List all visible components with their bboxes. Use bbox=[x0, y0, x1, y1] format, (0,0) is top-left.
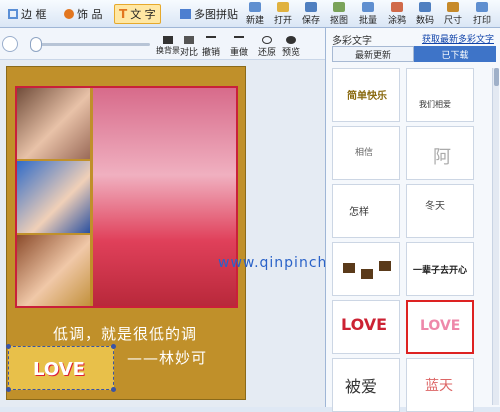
chocolate-icon bbox=[361, 269, 373, 279]
frame-icon bbox=[8, 9, 18, 19]
cutout-icon bbox=[333, 2, 345, 12]
undo-button[interactable]: 撤销 bbox=[202, 36, 220, 58]
background-icon bbox=[163, 36, 173, 44]
get-latest-link[interactable]: 获取最新多彩文字 bbox=[422, 32, 494, 45]
print-icon bbox=[476, 2, 488, 12]
panel-title: 多彩文字 bbox=[332, 36, 372, 47]
thumbnail[interactable]: 蓝天 bbox=[406, 358, 474, 412]
tab-text[interactable]: T 文 字 bbox=[114, 4, 161, 24]
preview-button[interactable]: 预览 bbox=[282, 36, 300, 58]
tab-downloaded[interactable]: 已下载 bbox=[414, 46, 496, 62]
tab-collage[interactable]: 多图拼贴 bbox=[176, 4, 242, 24]
thumbnail-selected[interactable]: LOVE bbox=[406, 300, 474, 354]
redo-button[interactable]: 重做 bbox=[230, 36, 248, 58]
zoom-out-icon[interactable] bbox=[2, 36, 18, 52]
compare-icon bbox=[184, 36, 194, 44]
caption-line-2[interactable]: ——林妙可 bbox=[127, 347, 207, 368]
chocolate-icon bbox=[343, 263, 355, 273]
undo-icon bbox=[206, 36, 216, 44]
redo-icon bbox=[234, 36, 244, 44]
restore-button[interactable]: 还原 bbox=[258, 36, 276, 58]
cutout-button[interactable]: 抠图 bbox=[327, 2, 351, 26]
save-icon bbox=[305, 2, 317, 12]
love-sticker-selection[interactable]: LOVE bbox=[6, 344, 116, 392]
thumbnail[interactable]: 简单快乐 bbox=[332, 68, 400, 122]
edit-toolbar: 换背景 对比 撤销 重做 还原 预览 bbox=[0, 28, 325, 60]
print-button[interactable]: 打印 bbox=[470, 2, 494, 26]
editing-canvas[interactable]: 低调，就是很低的调 ——林妙可 LOVE www.qinpinchang.com bbox=[0, 60, 394, 407]
thumbnail[interactable]: 我们相爱 bbox=[406, 68, 474, 122]
main-toolbar: 边 框 饰 品 T 文 字 多图拼贴 新建 打开 保存 抠图 批量 涂鸦 数码 … bbox=[0, 0, 500, 28]
scrollbar[interactable] bbox=[492, 68, 499, 405]
tab-border[interactable]: 边 框 bbox=[4, 4, 51, 24]
resize-handle[interactable] bbox=[6, 344, 11, 349]
ornament-icon bbox=[64, 9, 74, 19]
new-button[interactable]: 新建 bbox=[243, 2, 267, 26]
thumbnail[interactable]: 阿 bbox=[406, 126, 474, 180]
photo-frame bbox=[15, 86, 238, 308]
doodle-button[interactable]: 涂鸦 bbox=[385, 2, 409, 26]
caption-line-1[interactable]: 低调，就是很低的调 bbox=[53, 323, 197, 344]
resize-handle[interactable] bbox=[111, 344, 116, 349]
open-button[interactable]: 打开 bbox=[271, 2, 295, 26]
change-background-button[interactable]: 换背景 bbox=[156, 36, 180, 58]
open-icon bbox=[277, 2, 289, 12]
thumbnail[interactable]: 一辈子去开心 bbox=[406, 242, 474, 296]
size-button[interactable]: 尺寸 bbox=[441, 2, 465, 26]
digital-button[interactable]: 数码 bbox=[413, 2, 437, 26]
thumbnail[interactable]: 相信 bbox=[332, 126, 400, 180]
thumbnail[interactable]: 怎样 bbox=[332, 184, 400, 238]
text-icon: T bbox=[119, 7, 128, 21]
text-style-panel: 多彩文字 获取最新多彩文字 最新更新 已下载 简单快乐 我们相爱 相信 阿 怎样… bbox=[325, 28, 500, 412]
resize-handle[interactable] bbox=[111, 387, 116, 392]
size-icon bbox=[447, 2, 459, 12]
batch-button[interactable]: 批量 bbox=[356, 2, 380, 26]
resize-handle[interactable] bbox=[6, 387, 11, 392]
thumbnail[interactable]: 冬天 bbox=[406, 184, 474, 238]
thumbnail[interactable]: 被爱 bbox=[332, 358, 400, 412]
thumbnail[interactable]: LOVE bbox=[332, 300, 400, 354]
tab-ornament[interactable]: 饰 品 bbox=[60, 4, 107, 24]
zoom-slider[interactable] bbox=[32, 43, 150, 46]
love-sticker: LOVE bbox=[33, 359, 85, 380]
thumbnail[interactable] bbox=[332, 242, 400, 296]
new-icon bbox=[249, 2, 261, 12]
save-button[interactable]: 保存 bbox=[299, 2, 323, 26]
preview-icon bbox=[286, 36, 296, 44]
restore-icon bbox=[262, 36, 272, 44]
compare-button[interactable]: 对比 bbox=[180, 36, 198, 58]
batch-icon bbox=[362, 2, 374, 12]
scrollbar-thumb[interactable] bbox=[494, 68, 499, 86]
tab-latest[interactable]: 最新更新 bbox=[332, 46, 414, 62]
zoom-slider-thumb[interactable] bbox=[30, 37, 42, 52]
digital-icon bbox=[419, 2, 431, 12]
collage-icon bbox=[180, 9, 191, 19]
doodle-icon bbox=[391, 2, 403, 12]
chocolate-icon bbox=[379, 261, 391, 271]
